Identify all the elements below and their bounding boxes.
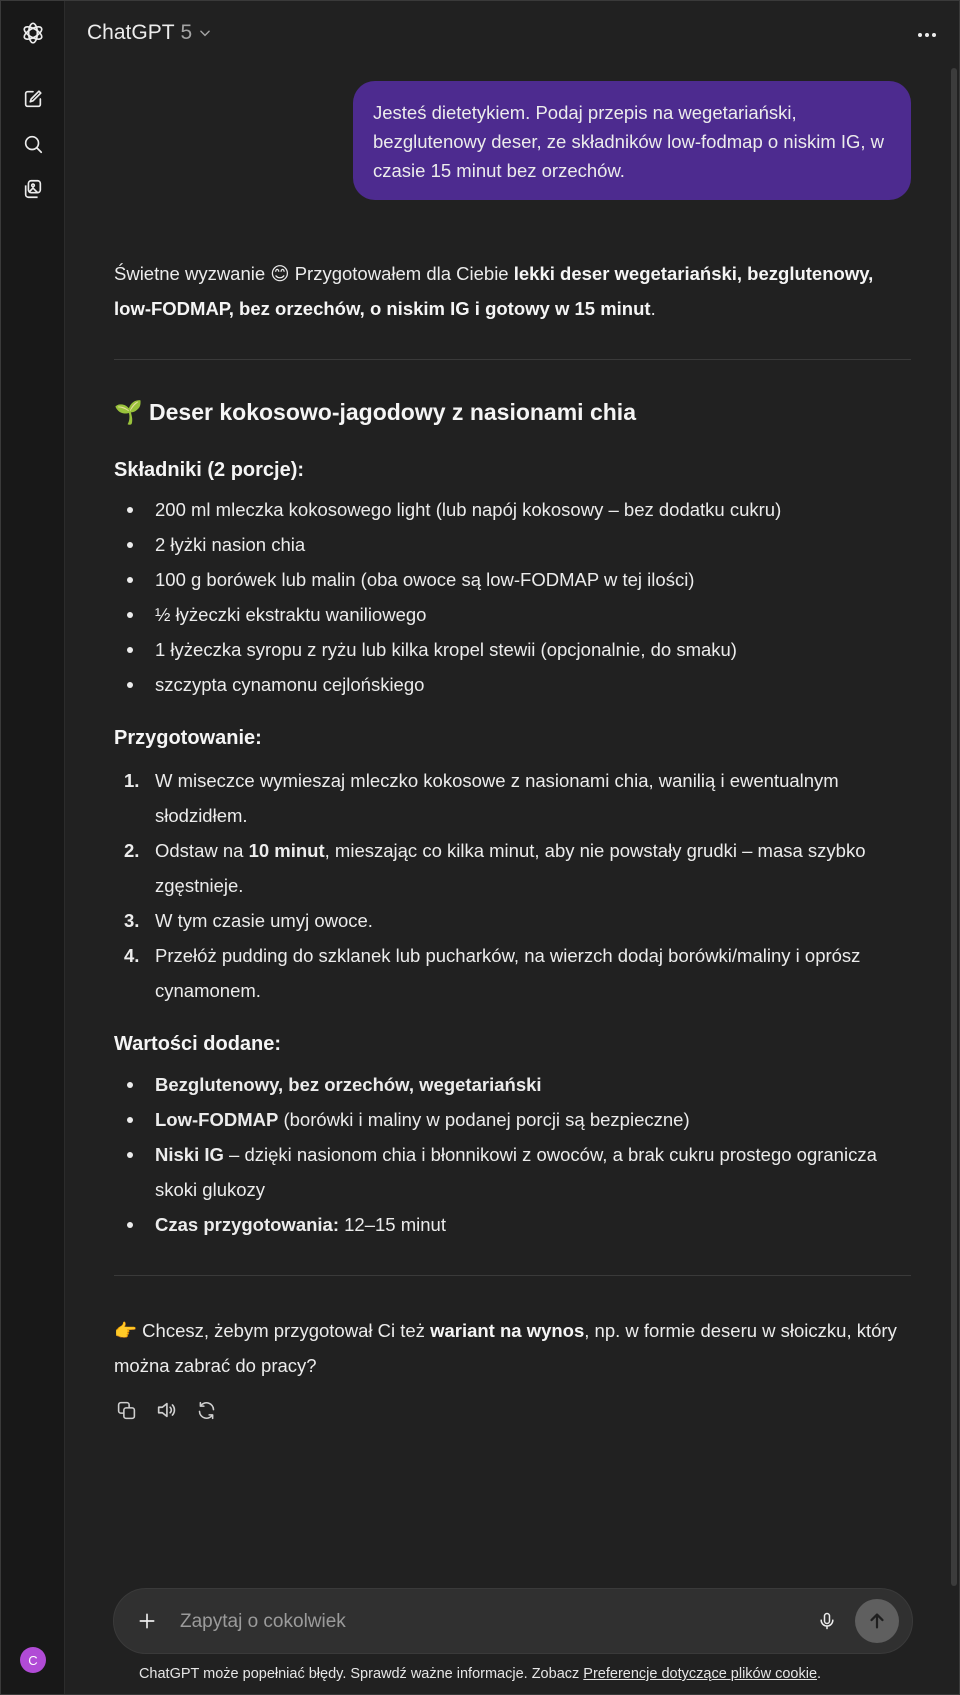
list-item: Bezglutenowy, bez orzechów, wegetariańsk…: [114, 1067, 910, 1102]
regenerate-icon[interactable]: [194, 1398, 218, 1422]
list-item: 1 łyżeczka syropu z ryżu lub kilka krope…: [114, 632, 910, 667]
divider: [114, 359, 911, 360]
model-switcher[interactable]: ChatGPT 5: [87, 21, 212, 45]
user-message-bubble: Jesteś dietetykiem. Podaj przepis na weg…: [353, 81, 911, 200]
cookie-preferences-link[interactable]: Preferencje dotyczące plików cookie: [583, 1666, 817, 1682]
plus-icon[interactable]: [134, 1608, 160, 1634]
message-actions: [114, 1398, 218, 1422]
step-item: 2. Odstaw na 10 minut, mieszając co kilka…: [124, 840, 866, 896]
copy-icon[interactable]: [114, 1398, 138, 1422]
ingredients-list: 200 ml mleczka kokosowego light (lub nap…: [114, 492, 910, 702]
composer: [113, 1588, 913, 1654]
send-button[interactable]: [855, 1599, 899, 1643]
step-item: 1. W miseczce wymieszaj mleczko kokosowe …: [124, 770, 839, 826]
list-item: 200 ml mleczka kokosowego light (lub nap…: [114, 492, 910, 527]
new-chat-icon[interactable]: [19, 85, 47, 113]
scrollbar[interactable]: [950, 68, 958, 1588]
list-item: szczypta cynamonu cejlońskiego: [114, 667, 910, 702]
preparation-heading: Przygotowanie:: [114, 727, 262, 749]
model-name: ChatGPT: [87, 21, 175, 44]
list-item: 2 łyżki nasion chia: [114, 527, 910, 562]
search-icon[interactable]: [19, 130, 47, 158]
read-aloud-icon[interactable]: [154, 1398, 178, 1422]
values-list: Bezglutenowy, bez orzechów, wegetariańsk…: [114, 1067, 910, 1242]
library-icon[interactable]: [19, 175, 47, 203]
divider: [114, 1275, 911, 1276]
steps-list: 1. W miseczce wymieszaj mleczko kokosowe …: [114, 763, 910, 1008]
user-message-text: Jesteś dietetykiem. Podaj przepis na weg…: [373, 102, 885, 181]
list-item: Low-FODMAP (borówki i maliny w podanej p…: [114, 1102, 910, 1137]
recipe-title: 🌱 Deser kokosowo-jagodowy z nasionami ch…: [114, 399, 636, 425]
arrow-up-icon: [870, 1613, 884, 1629]
list-item: 100 g borówek lub malin (oba owoce są lo…: [114, 562, 910, 597]
step-item: 3. W tym czasie umyj owoce.: [124, 910, 373, 931]
model-version: 5: [180, 21, 193, 44]
microphone-icon[interactable]: [814, 1608, 840, 1634]
more-options-icon[interactable]: [913, 21, 941, 49]
disclaimer: ChatGPT może popełniać błędy. Sprawdź wa…: [138, 1666, 822, 1682]
step-item: 4. Przełóż pudding do szklanek lub puchar…: [124, 945, 861, 1001]
list-item: Niski IG – dzięki nasionom chia i błonni…: [114, 1137, 910, 1207]
assistant-intro: Świetne wyzwanie 😊 Przygotowałem dla Cie…: [114, 263, 874, 319]
values-heading: Wartości dodane:: [114, 1033, 282, 1055]
list-item: ½ łyżeczki ekstraktu waniliowego: [114, 597, 910, 632]
top-bar: ChatGPT 5: [65, 1, 959, 67]
list-item: Czas przygotowania: 12–15 minut: [114, 1207, 910, 1242]
scrollbar-thumb[interactable]: [951, 68, 957, 1586]
ingredients-heading: Składniki (2 porcje):: [114, 459, 305, 481]
prompt-input[interactable]: [178, 1607, 742, 1637]
sidebar-rail: C: [1, 1, 65, 1694]
openai-logo-icon[interactable]: [19, 19, 47, 47]
assistant-followup: 👉 Chcesz, żebym przygotował Ci też waria…: [114, 1320, 897, 1376]
chevron-down-icon: [200, 30, 211, 37]
